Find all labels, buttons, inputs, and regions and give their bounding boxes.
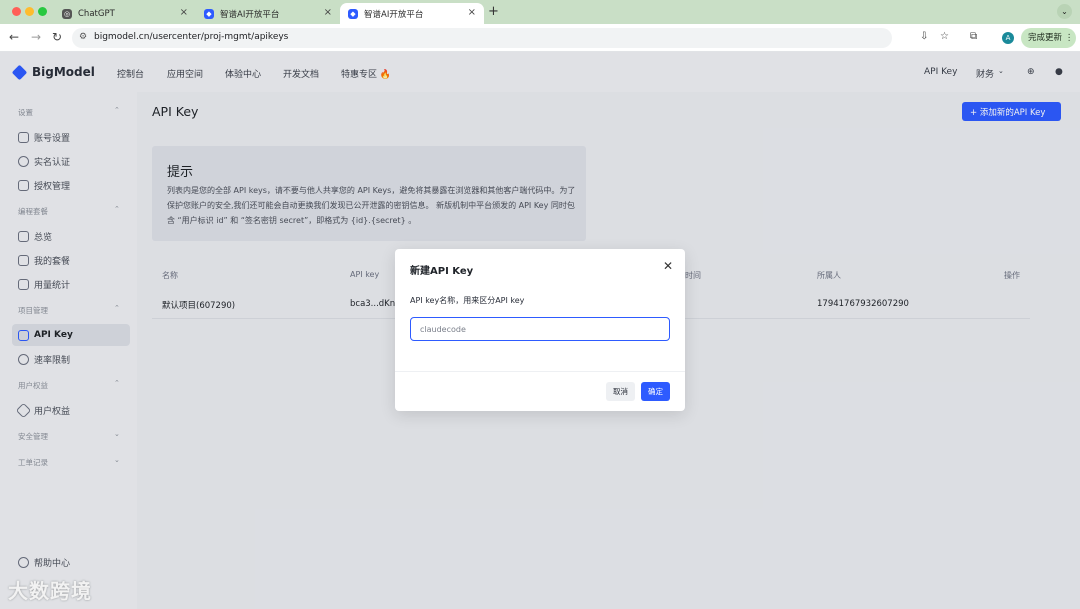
bookmark-star-icon[interactable]: ☆ (940, 31, 949, 42)
close-tab-icon[interactable]: × (468, 7, 476, 18)
url-text: bigmodel.cn/usercenter/proj-mgmt/apikeys (94, 32, 289, 42)
install-app-icon[interactable]: ⇩ (920, 31, 928, 42)
update-browser-button[interactable]: 完成更新 ⋮ (1021, 28, 1076, 48)
browser-tab-zhipu-active[interactable]: ◆ 智谱AI开放平台 × (340, 3, 484, 24)
close-icon[interactable]: ✕ (663, 259, 673, 273)
new-tab-icon[interactable]: + (488, 4, 499, 19)
address-bar-row: ← → ↻ ⚙ bigmodel.cn/usercenter/proj-mgmt… (0, 24, 1080, 52)
browser-tab-chatgpt[interactable]: ◎ ChatGPT × (54, 3, 196, 24)
url-field[interactable]: ⚙ bigmodel.cn/usercenter/proj-mgmt/apike… (72, 28, 892, 48)
back-icon[interactable]: ← (9, 30, 19, 44)
zhipu-icon: ◆ (348, 8, 358, 19)
create-api-key-dialog: 新建API Key ✕ API key名称，用来区分API key 取消 确定 (395, 249, 685, 411)
chatgpt-icon: ◎ (62, 8, 72, 19)
forward-icon[interactable]: → (31, 30, 41, 44)
browser-tab-zhipu-1[interactable]: ◆ 智谱AI开放平台 × (196, 3, 340, 24)
profile-avatar[interactable]: A (1002, 32, 1014, 44)
zhipu-icon: ◆ (204, 8, 214, 19)
confirm-button[interactable]: 确定 (641, 382, 670, 401)
tab-title: 智谱AI开放平台 (364, 9, 424, 20)
close-window-icon[interactable] (12, 7, 21, 16)
extensions-icon[interactable]: ⧉ (970, 31, 977, 42)
api-key-name-label: API key名称，用来区分API key (410, 296, 525, 305)
tab-title: 智谱AI开放平台 (220, 9, 280, 20)
api-key-name-input[interactable] (410, 317, 670, 341)
tab-title: ChatGPT (78, 8, 115, 19)
browser-tab-bar: ◎ ChatGPT × ◆ 智谱AI开放平台 × ◆ 智谱AI开放平台 × + … (0, 0, 1080, 24)
reload-icon[interactable]: ↻ (52, 30, 62, 44)
zoom-window-icon[interactable] (38, 7, 47, 16)
tab-search-chevron-icon[interactable]: ⌄ (1057, 4, 1072, 19)
minimize-window-icon[interactable] (25, 7, 34, 16)
close-tab-icon[interactable]: × (324, 7, 332, 18)
cancel-button[interactable]: 取消 (606, 382, 635, 401)
dialog-divider (395, 371, 685, 372)
dialog-title: 新建API Key (410, 266, 474, 277)
site-settings-icon[interactable]: ⚙ (79, 32, 87, 42)
close-tab-icon[interactable]: × (180, 7, 188, 18)
